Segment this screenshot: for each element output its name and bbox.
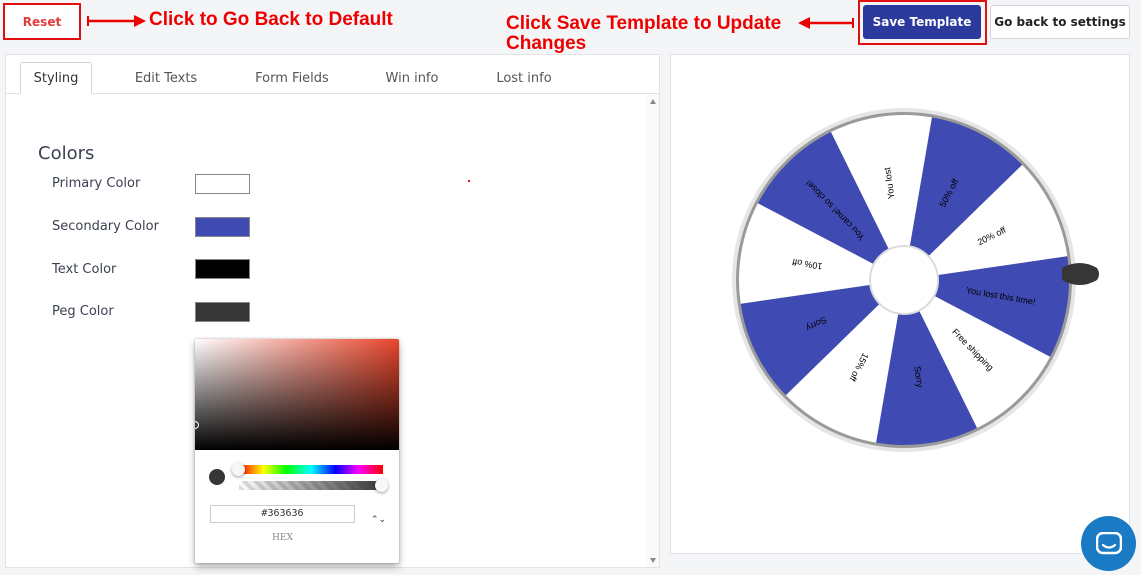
secondary-color-label: Secondary Color bbox=[52, 219, 159, 234]
text-color-swatch[interactable] bbox=[195, 259, 250, 279]
tab-edit-texts[interactable]: Edit Texts bbox=[126, 62, 206, 94]
hue-slider[interactable] bbox=[239, 465, 383, 474]
tab-lost-info[interactable]: Lost info bbox=[490, 62, 558, 94]
save-template-button[interactable]: Save Template bbox=[863, 5, 981, 39]
color-preview bbox=[209, 469, 225, 485]
hex-label: HEX bbox=[272, 533, 293, 543]
alpha-slider[interactable] bbox=[239, 481, 383, 490]
save-hint: Click Save Template to Update Changes bbox=[506, 13, 782, 54]
alpha-slider-handle[interactable] bbox=[375, 479, 388, 492]
chat-icon bbox=[1095, 531, 1122, 554]
spin-wheel: 50% off20% offYou lost this time!Free sh… bbox=[732, 108, 1099, 452]
tab-form-fields[interactable]: Form Fields bbox=[246, 62, 338, 94]
wheel-hub bbox=[869, 245, 939, 315]
arrow-left-icon bbox=[798, 17, 854, 29]
text-color-label: Text Color bbox=[52, 262, 117, 277]
saturation-area[interactable] bbox=[195, 339, 399, 450]
back-to-settings-button[interactable]: Go back to settings bbox=[990, 5, 1130, 39]
peg-color-label: Peg Color bbox=[52, 304, 114, 319]
scroll-up-icon[interactable] bbox=[650, 99, 656, 104]
hex-input[interactable]: #363636 bbox=[210, 505, 355, 523]
format-toggle-icon[interactable]: ⌃⌄ bbox=[371, 515, 386, 524]
tab-bar: Styling Edit Texts Form Fields Win info … bbox=[6, 55, 659, 94]
peg-pointer-icon bbox=[1062, 263, 1099, 285]
section-title: Colors bbox=[38, 143, 95, 164]
primary-color-swatch[interactable] bbox=[195, 174, 250, 194]
secondary-color-swatch[interactable] bbox=[195, 217, 250, 237]
editor-panel: Styling Edit Texts Form Fields Win info … bbox=[5, 54, 660, 568]
primary-color-label: Primary Color bbox=[52, 176, 141, 191]
marker-dot bbox=[468, 180, 470, 182]
scrollbar[interactable] bbox=[647, 95, 659, 567]
reset-hint: Click to Go Back to Default bbox=[149, 9, 393, 30]
reset-button[interactable]: Reset bbox=[3, 3, 81, 40]
saturation-cursor[interactable] bbox=[195, 421, 199, 429]
arrow-right-icon bbox=[87, 15, 146, 27]
chat-support-button[interactable] bbox=[1081, 516, 1136, 571]
peg-color-swatch[interactable] bbox=[195, 302, 250, 322]
hue-slider-handle[interactable] bbox=[232, 463, 245, 476]
scroll-down-icon[interactable] bbox=[650, 558, 656, 563]
color-picker: #363636 HEX ⌃⌄ bbox=[195, 339, 399, 563]
tab-win-info[interactable]: Win info bbox=[376, 62, 448, 94]
tab-styling[interactable]: Styling bbox=[20, 62, 92, 94]
